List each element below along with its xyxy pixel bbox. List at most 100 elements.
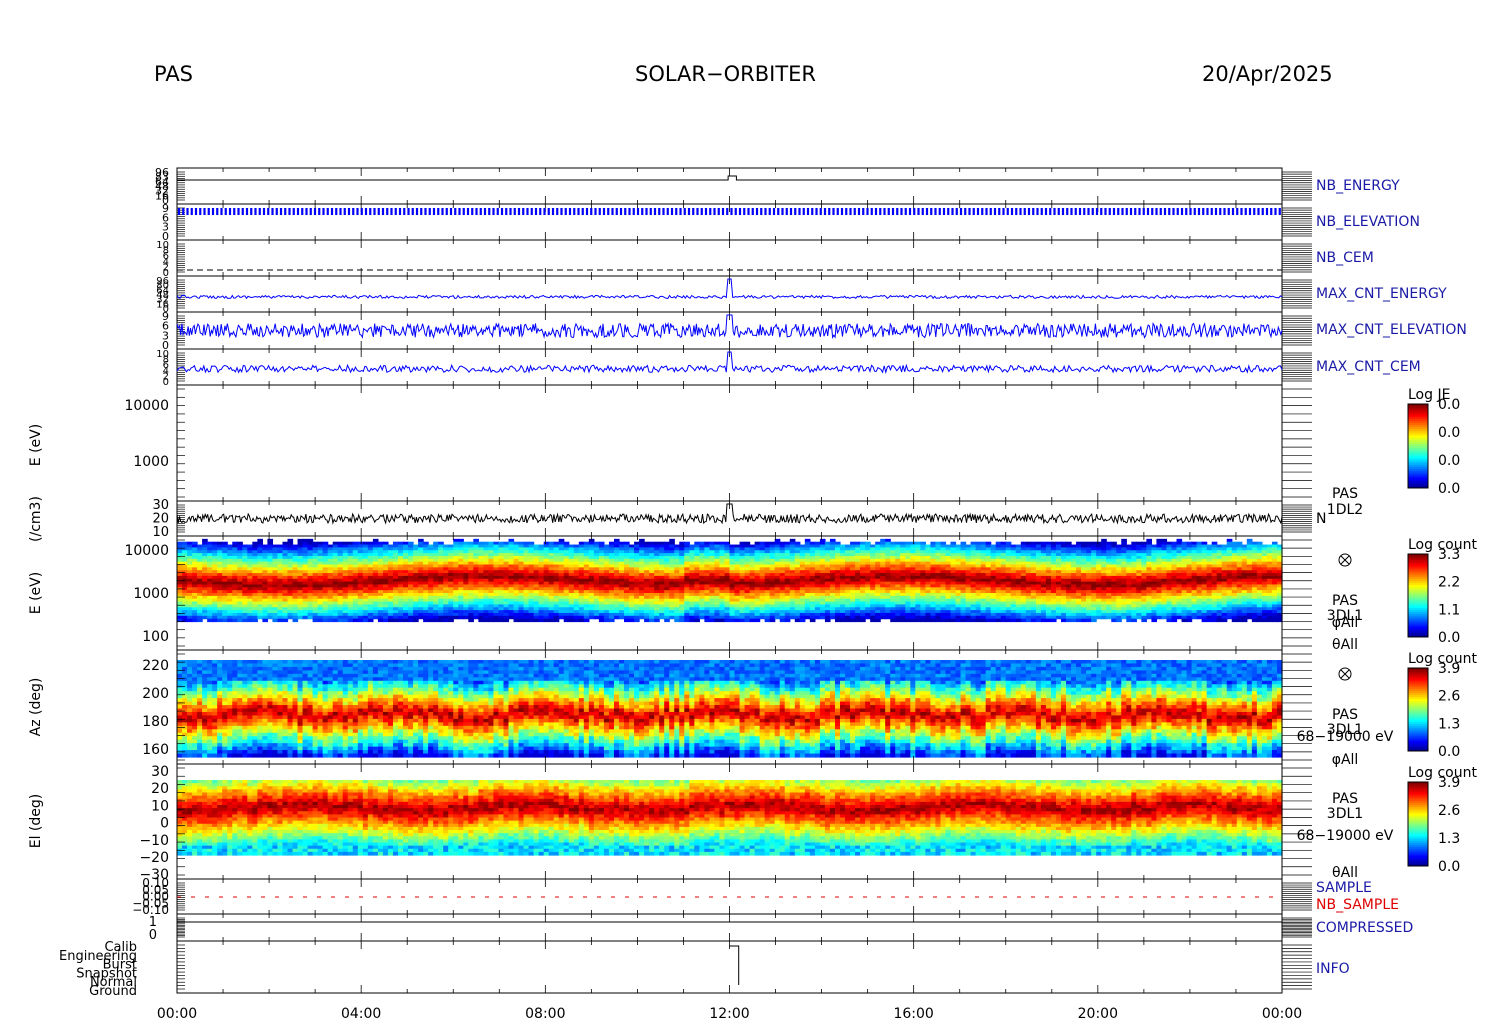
energy_l1-cell — [593, 615, 600, 620]
energy_l1-cell — [860, 618, 866, 623]
energy_l2-colorbar-tick: 0.0 — [1438, 453, 1460, 469]
energy_l1-cell — [287, 615, 294, 620]
energy_l1-cell — [834, 618, 841, 623]
energy_l1-cell — [679, 618, 685, 623]
energy_l1-cell — [573, 618, 580, 623]
energy_l1-cell — [438, 618, 444, 623]
energy_l1-cell — [357, 618, 364, 623]
max_cnt_energy-side-label: MAX_CNT_ENERGY — [1316, 286, 1447, 302]
quicklook-plot: 9683644832160NB_ENERGY9630NB_ELEVATION10… — [28, 166, 1477, 1020]
energy_l1-cell — [423, 618, 429, 623]
energy_l1-cell — [312, 618, 319, 623]
energy_l1-cell — [518, 618, 525, 623]
energy_l1-cell — [232, 618, 238, 623]
energy_l1-cell — [689, 618, 695, 623]
energy_l1-cell — [508, 615, 515, 620]
energy_l1-cell — [754, 618, 761, 623]
energy_l1-cell — [880, 615, 886, 620]
energy_l1-cell — [473, 615, 479, 620]
energy_l1-cell — [453, 615, 459, 620]
energy_l1-cell — [292, 618, 299, 623]
energy_l1-cell — [317, 618, 324, 623]
energy_l1-cell — [619, 615, 625, 620]
energy_l2-colorbar-tick: 0.0 — [1438, 425, 1460, 441]
density-ylabel: (/cm3) — [28, 496, 44, 542]
energy_l1-cell — [528, 618, 535, 623]
energy_l1-cell — [488, 618, 495, 623]
energy_l1-cell — [553, 618, 560, 623]
energy_l1-cell — [583, 618, 590, 623]
energy_l1-cell — [367, 618, 374, 623]
energy_l1-cell — [709, 618, 716, 623]
energy_l1-cell — [237, 618, 243, 623]
energy_l1-cell — [694, 618, 700, 623]
energy_l1-cell — [855, 618, 861, 623]
energy_l1-cell — [398, 618, 404, 623]
energy_l1-cell — [207, 618, 213, 623]
energy_l1-cell — [669, 615, 675, 620]
energy_l1-cell — [629, 618, 635, 623]
energy_l1-cell — [342, 618, 349, 623]
energy_l2-colorbar-tick: 0.0 — [1438, 481, 1460, 497]
energy_l1-cell — [865, 615, 871, 620]
density-side-label: N — [1316, 511, 1326, 527]
energy_l1-cell — [302, 615, 309, 620]
energy_l1-cell — [543, 618, 550, 623]
energy_l1-cell — [523, 618, 530, 623]
energy_l2-ylabel: E (eV) — [28, 424, 44, 466]
energy_l1-cell — [267, 615, 274, 620]
energy_l1-cell — [840, 618, 846, 623]
energy_l1-cell — [372, 615, 379, 620]
energy_l1-cell — [649, 618, 655, 623]
energy_l2-colorbar — [1407, 403, 1429, 489]
energy_l1-cell — [814, 615, 821, 620]
energy_l1-cell — [548, 618, 555, 623]
energy_l1-cell — [247, 618, 253, 623]
energy_l1-cell — [463, 615, 469, 620]
energy_l1-cell — [664, 618, 670, 623]
energy_l1-cell — [699, 615, 705, 620]
energy_l1-cell — [478, 618, 484, 623]
max_cnt_cem-side-label: MAX_CNT_CEM — [1316, 359, 1421, 375]
energy_l1-cell — [734, 618, 741, 623]
energy_l1-cell — [558, 615, 565, 620]
energy_l1-cell — [845, 618, 851, 623]
energy_l1-cell — [222, 618, 228, 623]
energy_l1-cell — [784, 618, 791, 623]
energy_l2-tick-label: 1000 — [133, 454, 169, 470]
energy_l1-cell — [257, 615, 263, 620]
energy_l1-cell — [392, 618, 399, 623]
energy_l1-cell — [613, 615, 620, 620]
energy_l1-cell — [850, 618, 856, 623]
energy_l1-cell — [598, 618, 605, 623]
energy_l1-cell — [217, 618, 223, 623]
energy_l1-cell — [659, 615, 665, 620]
energy_l1-cell — [493, 618, 500, 623]
energy_l1-cell — [262, 618, 269, 623]
energy_l1-cell — [729, 618, 736, 623]
energy_l1-cells — [177, 538, 1283, 623]
energy_l1-cell — [759, 615, 766, 620]
energy_l1-cell — [804, 615, 811, 620]
energy_l1-cell — [608, 618, 615, 623]
energy_l1-cell — [603, 618, 610, 623]
energy_l1-cell — [433, 618, 439, 623]
energy_l1-cell — [794, 618, 801, 623]
nb_energy-trace — [177, 175, 1282, 181]
energy_l1-cell — [408, 618, 414, 623]
energy_l1-cell — [578, 618, 585, 623]
energy_l1-cell — [769, 618, 776, 623]
max_cnt_cem-tick-label: 0 — [163, 377, 169, 388]
energy_l1-cell — [624, 618, 630, 623]
energy_l1-cell — [377, 618, 384, 623]
energy_l1-cell — [829, 615, 836, 620]
energy_l1-cell — [704, 618, 711, 623]
energy_l1-cell — [272, 618, 279, 623]
energy_l1-cell — [588, 615, 595, 620]
energy_l1-cell — [327, 618, 334, 623]
energy_l1-cell — [644, 618, 650, 623]
energy_l1-cell — [307, 615, 314, 620]
energy_l1-cell — [799, 618, 806, 623]
energy_l1-cell — [779, 618, 786, 623]
energy_l1-cell — [468, 618, 474, 623]
